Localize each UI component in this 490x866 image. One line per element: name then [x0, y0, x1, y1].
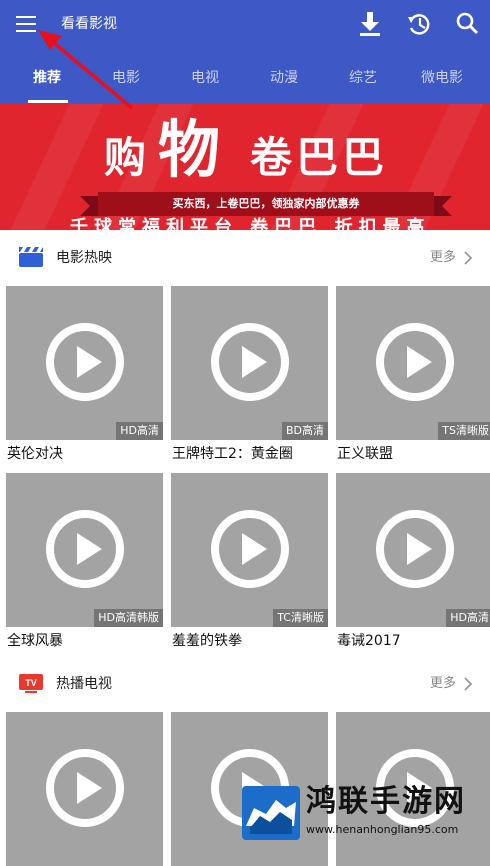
video-title[interactable]: 英伦对决	[7, 444, 63, 464]
more-link[interactable]: 更多	[430, 248, 456, 268]
video-thumbnail[interactable]: HD高清	[6, 286, 163, 440]
video-thumbnail[interactable]: HD高清韩版	[6, 473, 163, 627]
quality-badge: HD高清	[116, 422, 163, 440]
quality-badge: HD高清韩版	[94, 609, 163, 627]
video-card[interactable]: BD高清 王牌特工2：黄金圈	[171, 286, 328, 472]
tv-icon-label: TV	[25, 678, 37, 688]
tab-micro-film[interactable]: 微电影	[407, 68, 477, 88]
play-icon	[46, 510, 124, 588]
play-icon	[376, 510, 454, 588]
hamburger-menu-icon[interactable]	[14, 12, 40, 36]
active-tab-indicator	[28, 100, 68, 103]
banner-subtitle: 千球常福利平台 卷巴巴 折扣最高	[70, 217, 431, 230]
watermark-url: www.henanhonglian95.com	[306, 823, 459, 836]
banner-title-left: 购	[104, 133, 147, 182]
section-header-tv: TV 热播电视 更多	[0, 656, 490, 712]
section-title: 电影热映	[56, 250, 112, 266]
tab-tv[interactable]: 电视	[170, 68, 240, 88]
watermark-text: 鸿联手游网	[306, 784, 466, 819]
video-title[interactable]: 全球风暴	[7, 631, 63, 651]
promo-banner[interactable]: 购 物 卷巴巴 买东西，上卷巴巴，领独家内部优惠券 千球常福利平台 卷巴巴 折扣…	[0, 104, 490, 230]
play-icon	[46, 323, 124, 401]
quality-badge: TS清晰版	[438, 422, 490, 440]
watermark-logo	[242, 786, 300, 840]
banner-ribbon: 买东西，上卷巴巴，领独家内部优惠券	[80, 192, 452, 216]
video-thumbnail[interactable]: BD高清	[171, 286, 328, 440]
tab-variety[interactable]: 综艺	[328, 68, 398, 88]
video-card[interactable]: TS清晰版 正义联盟	[336, 286, 490, 472]
tab-recommend[interactable]: 推荐	[12, 68, 82, 88]
chevron-right-icon[interactable]	[461, 249, 475, 267]
video-title[interactable]: 羞羞的铁拳	[172, 631, 242, 651]
video-title[interactable]: 王牌特工2：黄金圈	[172, 444, 293, 464]
video-thumbnail[interactable]: TC清晰版	[171, 473, 328, 627]
video-card[interactable]	[6, 712, 163, 866]
toolbar: 看看影视	[0, 0, 490, 50]
video-card[interactable]: HD高清 英伦对决	[6, 286, 163, 472]
banner-title-big: 物	[158, 113, 221, 186]
download-icon[interactable]	[357, 10, 383, 38]
quality-badge: HD高清	[446, 609, 490, 627]
search-icon[interactable]	[455, 10, 481, 38]
top-app-bar: 看看影视 推荐 电影 电视 动漫 综艺 微电影	[0, 0, 490, 104]
quality-badge: TC清晰版	[273, 609, 328, 627]
clapperboard-icon	[18, 246, 44, 268]
banner-title: 购 物 卷巴巴	[0, 112, 490, 192]
banner-title-right: 卷巴巴	[250, 133, 389, 182]
play-icon	[211, 323, 289, 401]
section-title: 热播电视	[56, 676, 112, 692]
play-icon	[46, 749, 124, 827]
more-link[interactable]: 更多	[430, 674, 456, 694]
play-icon	[376, 323, 454, 401]
history-icon[interactable]	[406, 10, 432, 38]
video-thumbnail[interactable]: TS清晰版	[336, 286, 490, 440]
video-thumbnail[interactable]: HD高清	[336, 473, 490, 627]
chevron-right-icon[interactable]	[461, 675, 475, 693]
tab-anime[interactable]: 动漫	[249, 68, 319, 88]
video-title[interactable]: 正义联盟	[337, 444, 393, 464]
app-title: 看看影视	[61, 16, 117, 32]
banner-ribbon-text: 买东西，上卷巴巴，领独家内部优惠券	[172, 197, 360, 210]
quality-badge: BD高清	[281, 422, 328, 440]
tab-movies[interactable]: 电影	[91, 68, 161, 88]
video-card[interactable]: TC清晰版 羞羞的铁拳	[171, 473, 328, 659]
site-watermark: 鸿联手游网 www.henanhonglian95.com	[238, 780, 490, 843]
play-icon	[211, 510, 289, 588]
video-card[interactable]: HD高清 毒诫2017	[336, 473, 490, 659]
video-card[interactable]: HD高清韩版 全球风暴	[6, 473, 163, 659]
tv-icon: TV	[18, 672, 44, 694]
section-header-movies: 电影热映 更多	[0, 230, 490, 286]
video-title[interactable]: 毒诫2017	[337, 631, 401, 651]
category-tabs: 推荐 电影 电视 动漫 综艺 微电影	[0, 50, 490, 104]
